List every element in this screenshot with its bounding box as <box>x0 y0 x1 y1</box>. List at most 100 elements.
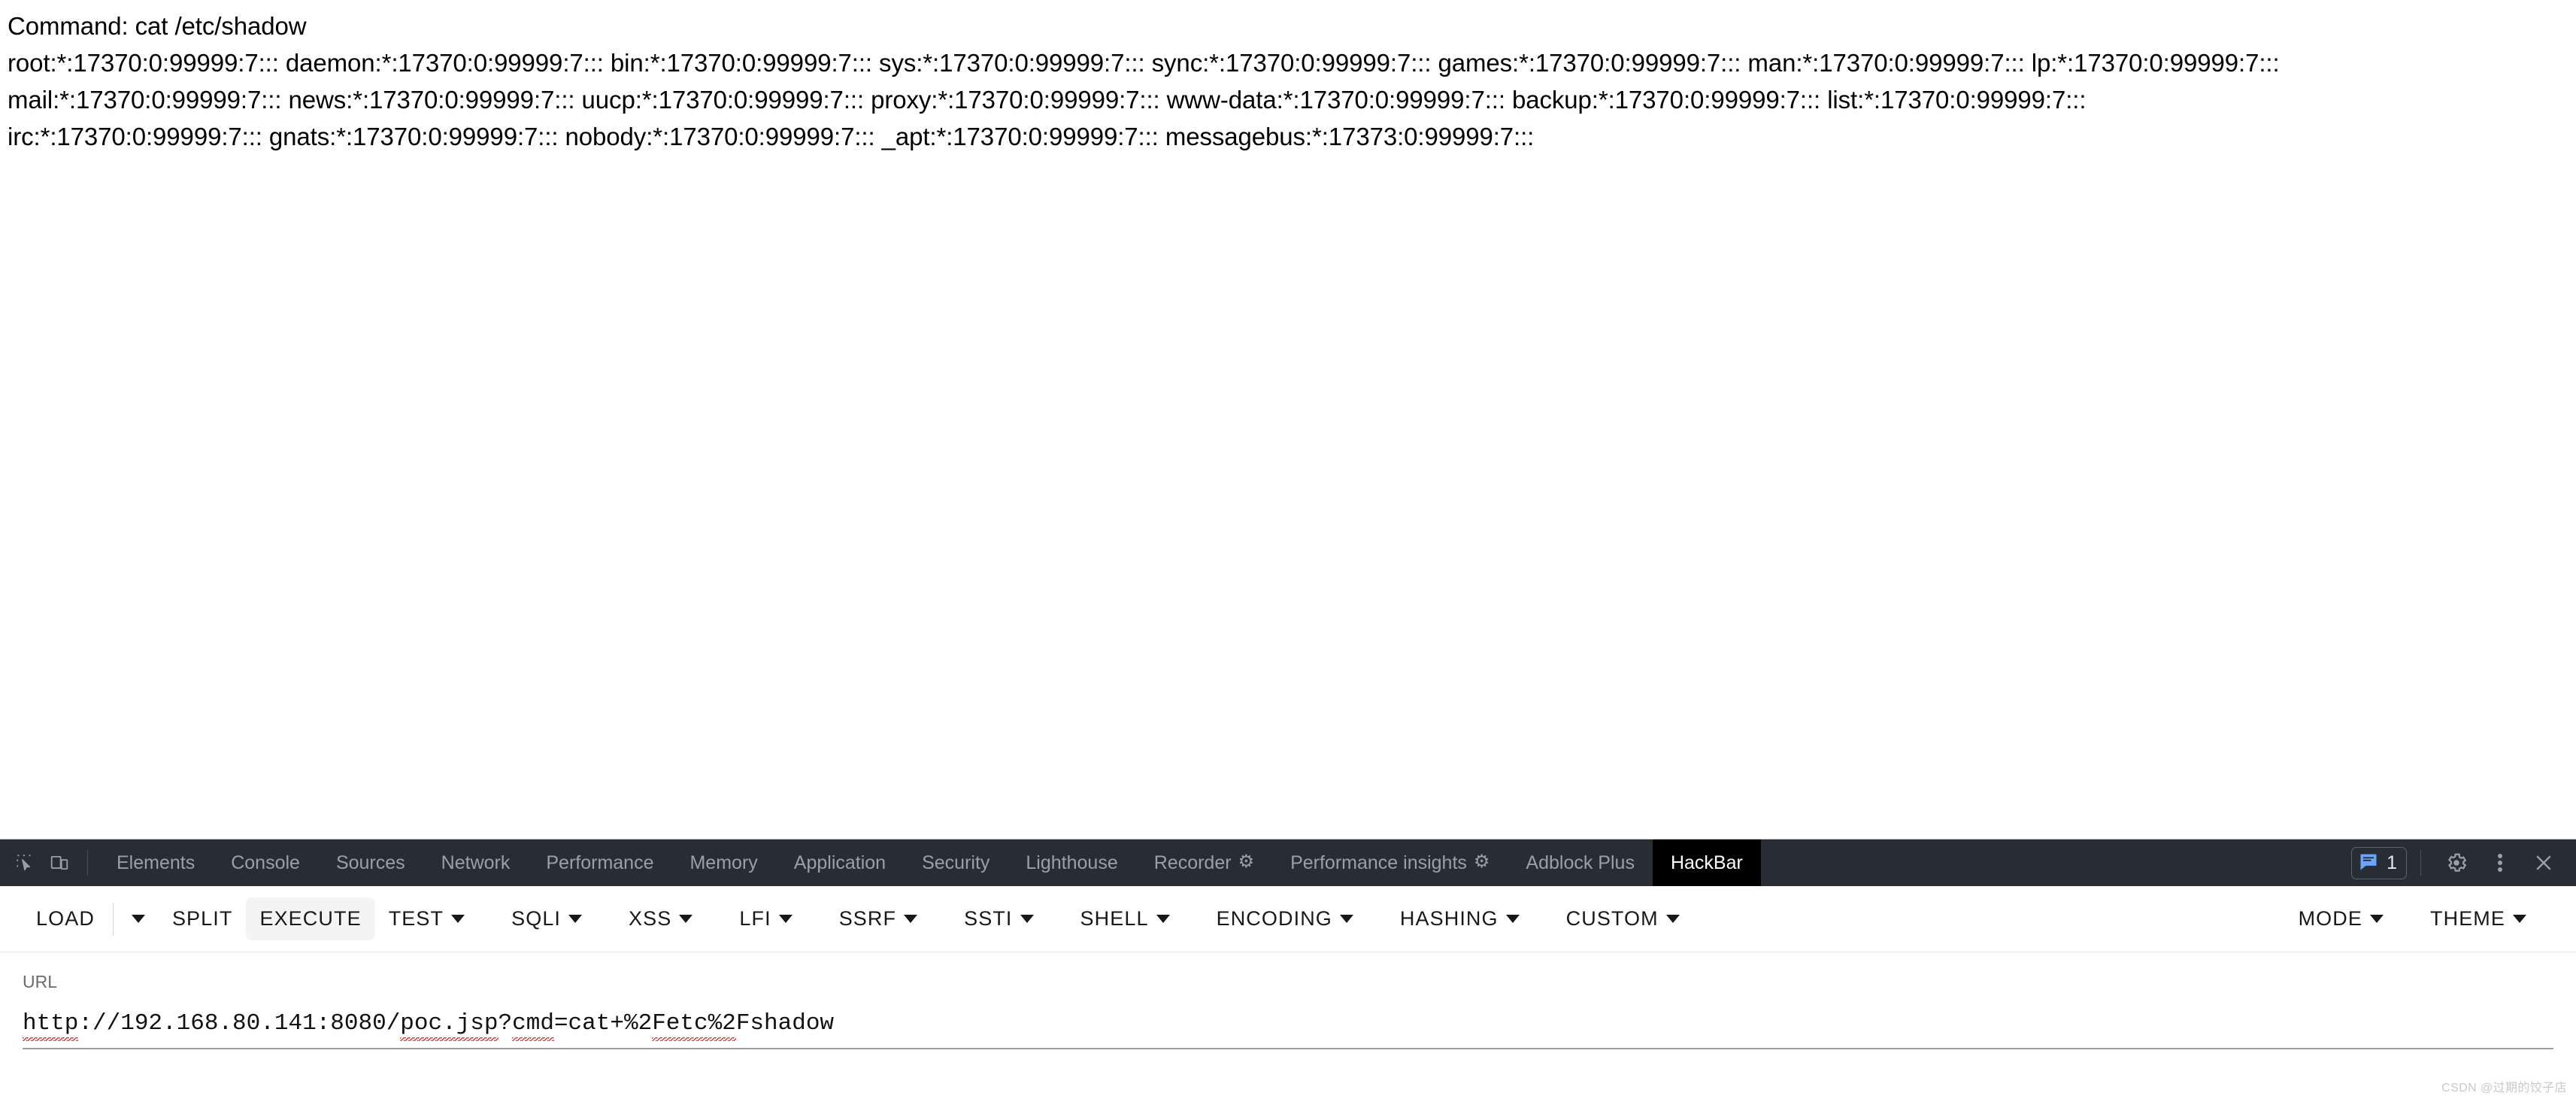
tab-label: Lighthouse <box>1026 852 1118 873</box>
url-segment: ? <box>498 1010 513 1037</box>
chevron-down-icon <box>1156 915 1170 923</box>
custom-button[interactable]: CUSTOM <box>1553 897 1693 940</box>
tab-network[interactable]: Network <box>423 839 529 886</box>
tab-elements[interactable]: Elements <box>98 839 213 886</box>
tab-label: Recorder <box>1153 852 1232 873</box>
message-count: 1 <box>2387 852 2397 873</box>
tab-recorder[interactable]: Recorder ⚙ <box>1136 839 1272 886</box>
chevron-down-icon <box>1505 915 1520 923</box>
execute-button[interactable]: EXECUTE <box>246 897 375 940</box>
tab-memory[interactable]: Memory <box>671 839 775 886</box>
toolbar-divider <box>112 902 114 936</box>
devtools-panel: Elements Console Sources Network Perform… <box>0 839 2576 1099</box>
tab-application[interactable]: Application <box>776 839 904 886</box>
chevron-down-icon <box>568 915 583 923</box>
button-label: SHELL <box>1080 907 1149 930</box>
hashing-button[interactable]: HASHING <box>1386 897 1533 940</box>
url-segment: ://192.168.80.141:8080/ <box>78 1010 401 1037</box>
url-segment: Fshadow <box>735 1010 835 1037</box>
actions-divider <box>2420 850 2421 876</box>
chevron-down-icon <box>451 915 465 923</box>
toolbar-divider <box>87 850 88 876</box>
button-label: XSS <box>629 907 672 930</box>
button-label: HASHING <box>1399 907 1499 930</box>
test-button[interactable]: TEST <box>375 897 478 940</box>
experiment-flask-icon: ⚙ <box>1238 852 1255 872</box>
url-field-label: URL <box>23 972 58 991</box>
watermark: CSDN @过期的饺子店 <box>2441 1082 2567 1094</box>
url-misspelled-segment: cmd <box>512 1010 554 1041</box>
chevron-down-icon <box>778 915 792 923</box>
button-label: SSRF <box>838 907 897 930</box>
split-button[interactable]: SPLIT <box>159 897 247 940</box>
tab-label: Security <box>922 852 990 873</box>
mode-button[interactable]: MODE <box>2285 897 2397 940</box>
url-misspelled-segment: http <box>23 1010 79 1041</box>
shadow-output-line-1: root:*:17370:0:99999:7::: daemon:*:17370… <box>8 49 2280 77</box>
tab-security[interactable]: Security <box>904 839 1008 886</box>
url-input-wrapper[interactable]: http://192.168.80.141:8080/poc.jsp?cmd=c… <box>23 1009 2553 1049</box>
experiment-flask-icon: ⚙ <box>1473 852 1490 872</box>
chevron-down-icon <box>679 915 693 923</box>
chevron-down-icon <box>1665 915 1680 923</box>
url-segment: =cat+%2 <box>553 1010 653 1037</box>
tab-label: Performance <box>546 852 654 873</box>
hackbar-body: URL http://192.168.80.141:8080/poc.jsp?c… <box>0 952 2576 1049</box>
tab-performance[interactable]: Performance <box>528 839 671 886</box>
command-label: Command: cat /etc/shadow <box>8 12 307 40</box>
tab-hackbar[interactable]: HackBar <box>1652 839 1761 886</box>
tab-label: Adblock Plus <box>1526 852 1635 873</box>
button-label: TEST <box>388 907 444 930</box>
url-input[interactable]: http://192.168.80.141:8080/poc.jsp?cmd=c… <box>23 1009 2553 1041</box>
url-misspelled-segment: Fetc%2 <box>652 1010 736 1041</box>
xss-button[interactable]: XSS <box>615 897 706 940</box>
devtools-tabbar: Elements Console Sources Network Perform… <box>0 839 2576 886</box>
chevron-down-icon <box>1020 915 1034 923</box>
device-toolbar-icon[interactable] <box>42 846 77 880</box>
load-button[interactable]: LOAD <box>23 897 108 940</box>
sqli-button[interactable]: SQLI <box>498 897 596 940</box>
tab-label: Sources <box>335 852 405 873</box>
tab-performance-insights[interactable]: Performance insights ⚙ <box>1272 839 1508 886</box>
load-dropdown-button[interactable] <box>118 905 159 933</box>
button-label: CUSTOM <box>1565 907 1659 930</box>
shell-button[interactable]: SHELL <box>1067 897 1183 940</box>
button-label: SPLIT <box>171 907 233 930</box>
tab-console[interactable]: Console <box>213 839 318 886</box>
shadow-output-line-2: mail:*:17370:0:99999:7::: news:*:17370:0… <box>8 86 2087 114</box>
status-badge[interactable]: 1 <box>2351 846 2407 879</box>
ssti-button[interactable]: SSTI <box>950 897 1047 940</box>
chevron-down-icon <box>2513 915 2526 923</box>
chevron-down-icon <box>1339 915 1353 923</box>
button-label: LOAD <box>36 907 95 930</box>
encoding-button[interactable]: ENCODING <box>1203 897 1367 940</box>
tab-sources[interactable]: Sources <box>318 839 423 886</box>
hackbar-panel: LOAD SPLIT EXECUTE TEST SQLI XSS LFI SSR… <box>0 886 2576 1099</box>
tab-lighthouse[interactable]: Lighthouse <box>1008 839 1135 886</box>
button-label: MODE <box>2298 907 2362 930</box>
tab-label: Network <box>441 852 511 873</box>
tab-label: Elements <box>117 852 195 873</box>
tab-label: Console <box>231 852 300 873</box>
shadow-output-line-3: irc:*:17370:0:99999:7::: gnats:*:17370:0… <box>8 123 1535 150</box>
browser-page-viewport: Command: cat /etc/shadow root:*:17370:0:… <box>0 0 2576 839</box>
inspect-element-icon[interactable] <box>8 846 42 880</box>
tab-label: HackBar <box>1670 852 1743 873</box>
tab-label: Performance insights <box>1290 852 1467 873</box>
tab-label: Application <box>793 852 886 873</box>
url-misspelled-segment: poc.jsp <box>400 1010 499 1041</box>
kebab-menu-icon[interactable] <box>2478 841 2522 885</box>
theme-button[interactable]: THEME <box>2417 897 2540 940</box>
ssrf-button[interactable]: SSRF <box>826 897 931 940</box>
devtools-toolbar-actions: 1 <box>2351 841 2565 885</box>
console-message-icon <box>2358 851 2379 876</box>
chevron-down-icon <box>2370 915 2384 923</box>
chevron-down-icon <box>904 915 918 923</box>
close-icon[interactable] <box>2522 841 2565 885</box>
chevron-down-icon <box>131 915 145 923</box>
tab-adblock-plus[interactable]: Adblock Plus <box>1508 839 1653 886</box>
gear-icon[interactable] <box>2435 841 2478 885</box>
button-label: ENCODING <box>1216 907 1332 930</box>
button-label: THEME <box>2430 907 2505 930</box>
lfi-button[interactable]: LFI <box>726 897 805 940</box>
